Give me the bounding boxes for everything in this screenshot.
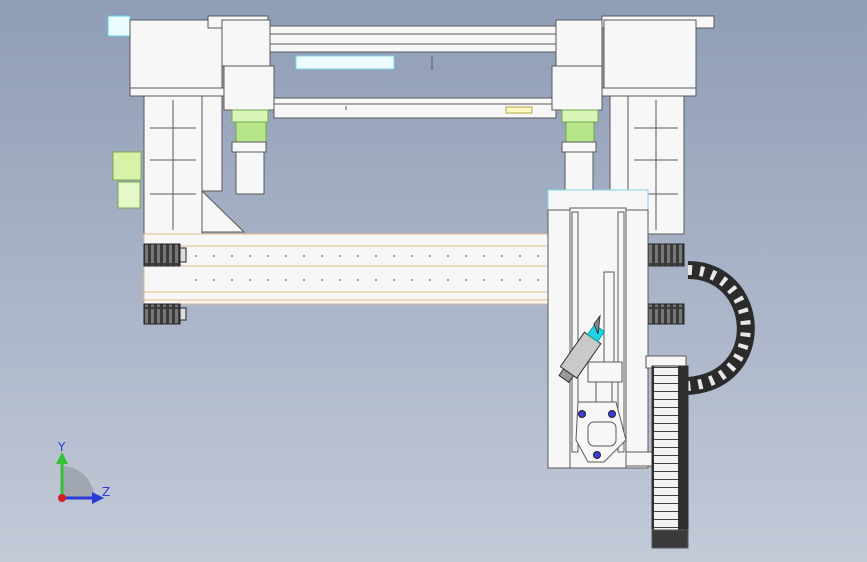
beam-marker (411, 279, 413, 281)
main-beam (143, 233, 549, 305)
beam-marker (249, 279, 251, 281)
beam-marker (519, 279, 521, 281)
coordinate-triad: Y Z (52, 440, 122, 510)
beam-marker (267, 279, 269, 281)
beam-marker (429, 279, 431, 281)
beam-marker (393, 279, 395, 281)
beam-marker (231, 279, 233, 281)
beam-marker (483, 279, 485, 281)
top-cross-beam (267, 25, 561, 70)
beam-marker (339, 255, 341, 257)
beam-marker (195, 279, 197, 281)
beam-marker (357, 279, 359, 281)
right-motor (551, 19, 603, 195)
beam-marker (267, 255, 269, 257)
y-axis-label: Y (58, 440, 66, 454)
upper-rail (273, 97, 557, 119)
beam-marker (249, 255, 251, 257)
beam-marker (483, 255, 485, 257)
gantry-model-view[interactable] (0, 0, 867, 562)
z-axis-label: Z (102, 485, 111, 499)
beam-marker (213, 279, 215, 281)
beam-marker (537, 279, 539, 281)
beam-marker (321, 279, 323, 281)
beam-marker (375, 255, 377, 257)
beam-marker (285, 255, 287, 257)
beam-marker (357, 255, 359, 257)
beam-marker (501, 279, 503, 281)
left-motor (223, 65, 275, 195)
beam-marker (537, 255, 539, 257)
beam-marker (519, 255, 521, 257)
beam-marker (447, 279, 449, 281)
beam-marker (375, 279, 377, 281)
beam-marker (501, 255, 503, 257)
beam-marker (195, 255, 197, 257)
beam-marker (465, 279, 467, 281)
beam-marker (429, 255, 431, 257)
beam-marker (321, 255, 323, 257)
beam-marker (465, 255, 467, 257)
beam-marker (411, 255, 413, 257)
beam-marker (285, 279, 287, 281)
beam-marker (447, 255, 449, 257)
beam-marker (231, 255, 233, 257)
beam-marker (339, 279, 341, 281)
gantry-model (107, 15, 755, 549)
beam-marker (303, 255, 305, 257)
beam-marker (393, 255, 395, 257)
beam-marker (303, 279, 305, 281)
beam-marker (213, 255, 215, 257)
cad-viewport[interactable]: Y Z (0, 0, 867, 562)
